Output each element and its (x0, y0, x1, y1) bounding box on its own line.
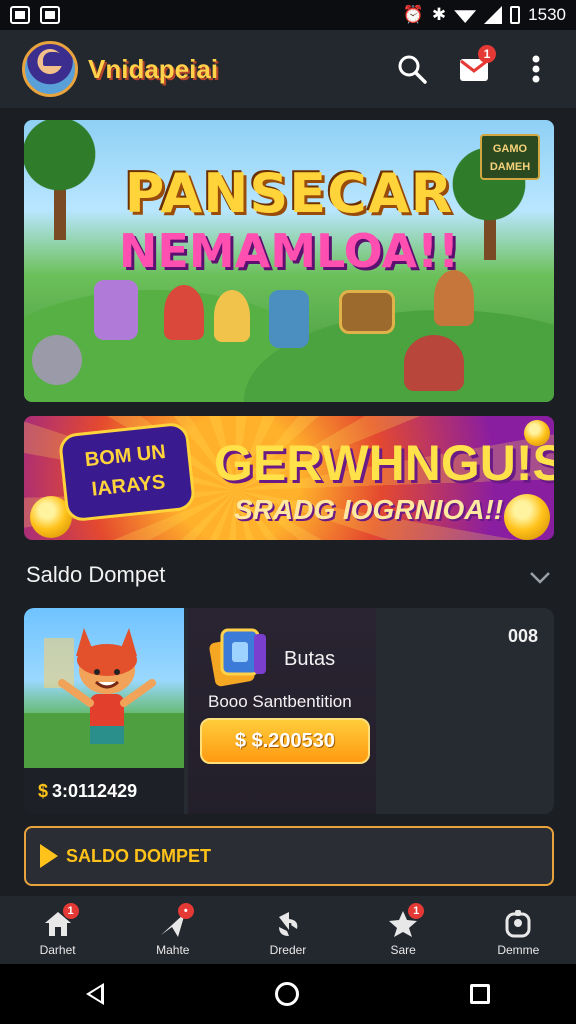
gallery-icon (40, 6, 60, 24)
character-warrior (434, 270, 474, 326)
search-icon (398, 55, 427, 84)
notification-app-icon (10, 6, 30, 24)
character-hero-red (164, 285, 204, 340)
section-collapse-button[interactable] (528, 565, 552, 589)
promo-banner[interactable]: BOM UN IARAYS GERWHNGU!S SRADG IOGRNIOA!… (24, 416, 554, 540)
brand-logo: Vnidapeiai (88, 53, 219, 84)
cards-wallet-icon (208, 622, 270, 688)
character-blue-creature (269, 290, 309, 348)
status-time: 1530 (528, 5, 566, 24)
wallet-card[interactable]: $ 3:0112429 Butas Booo Santbentition $ $… (24, 608, 554, 814)
status-left-icons (10, 6, 60, 24)
nav-badge: • (177, 903, 194, 919)
status-right-icons: ⏰ ✱ 1530 (403, 5, 566, 25)
hero-title: PANSECAR (124, 162, 454, 225)
signal-icon (484, 6, 503, 24)
nav-label: Mahte (156, 943, 190, 957)
saldo-dompet-button[interactable]: SALDO DOMPET (24, 826, 554, 886)
nav-item-profile[interactable]: Demme (473, 903, 563, 957)
nav-item-orders[interactable]: Dreder (243, 903, 333, 957)
character-chest (339, 290, 395, 334)
home-circle-icon[interactable] (274, 982, 299, 1006)
nav-item-home[interactable]: 1 Darhet (13, 903, 103, 957)
header-actions: 1 (394, 45, 554, 87)
recent-apps-icon[interactable] (470, 984, 491, 1004)
coin-icon (504, 494, 550, 540)
star-icon: 1 (388, 903, 425, 939)
nav-badge: 1 (62, 903, 79, 919)
nav-badge: 1 (408, 903, 425, 919)
notification-badge: 1 (478, 45, 496, 63)
promo-subtitle: SRADG IOGRNIOA!! (234, 494, 504, 525)
avatar[interactable] (22, 41, 78, 97)
promo-title: GERWHNGU!S (214, 435, 554, 491)
wallet-code: 008 (507, 626, 538, 646)
section-title: Saldo Dompet (26, 562, 166, 587)
wallet-label: Butas (284, 648, 336, 670)
profile-icon (503, 909, 533, 939)
wifi-icon (454, 10, 477, 23)
status-bar: ⏰ ✱ 1530 (0, 0, 576, 30)
home-icon: 1 (43, 903, 79, 939)
refresh-icon (273, 909, 303, 939)
thumbnail-amount-value: 3:0112429 (52, 780, 138, 801)
cta-label: SALDO DOMPET (66, 845, 212, 866)
hero-subtitle: NEMAMLOA!! (118, 224, 460, 278)
search-button[interactable] (394, 51, 430, 87)
alarm-icon: ⏰ (402, 5, 424, 24)
chevron-down-icon (530, 572, 550, 584)
back-icon[interactable] (85, 983, 104, 1005)
fox-character-illustration (24, 628, 184, 768)
battery-icon (510, 6, 521, 24)
wallet-description: Booo Santbentition (208, 692, 352, 711)
currency-symbol: $ (38, 780, 49, 801)
nav-label: Darhet (39, 943, 76, 957)
character-hero-blonde (214, 290, 250, 342)
play-arrow-icon (40, 844, 58, 868)
character-robot (94, 280, 138, 340)
more-vertical-icon (532, 55, 540, 83)
nav-label: Dreder (269, 943, 307, 957)
bottom-navigation: 1 Darhet • Mahte Dreder 1 Sare Demme (0, 896, 576, 964)
thumbnail-amount: $ 3:0112429 (24, 768, 184, 814)
notifications-button[interactable]: 1 (456, 45, 496, 87)
bluetooth-icon: ✱ (431, 5, 447, 24)
hero-banner[interactable]: GAMO DAMEH PANSECAR NEMAMLOA!! (24, 120, 554, 402)
system-navigation-bar (0, 964, 576, 1024)
character-duck (404, 335, 464, 391)
nav-item-matches[interactable]: • Mahte (128, 903, 218, 957)
more-options-button[interactable] (518, 51, 554, 87)
wallet-thumbnail (24, 608, 184, 768)
nav-label: Sare (390, 943, 416, 957)
promo-speech-bubble: BOM UN IARAYS (57, 421, 197, 523)
character-mouse (32, 335, 82, 385)
wallet-balance-button[interactable]: $ $.200530 (200, 718, 370, 764)
send-icon: • (158, 903, 194, 939)
nav-item-stars[interactable]: 1 Sare (358, 903, 448, 957)
nav-label: Demme (497, 943, 540, 957)
wallet-detail-panel: Butas Booo Santbentition $ $.200530 (188, 608, 376, 814)
app-header: Vnidapeiai 1 (0, 30, 576, 108)
